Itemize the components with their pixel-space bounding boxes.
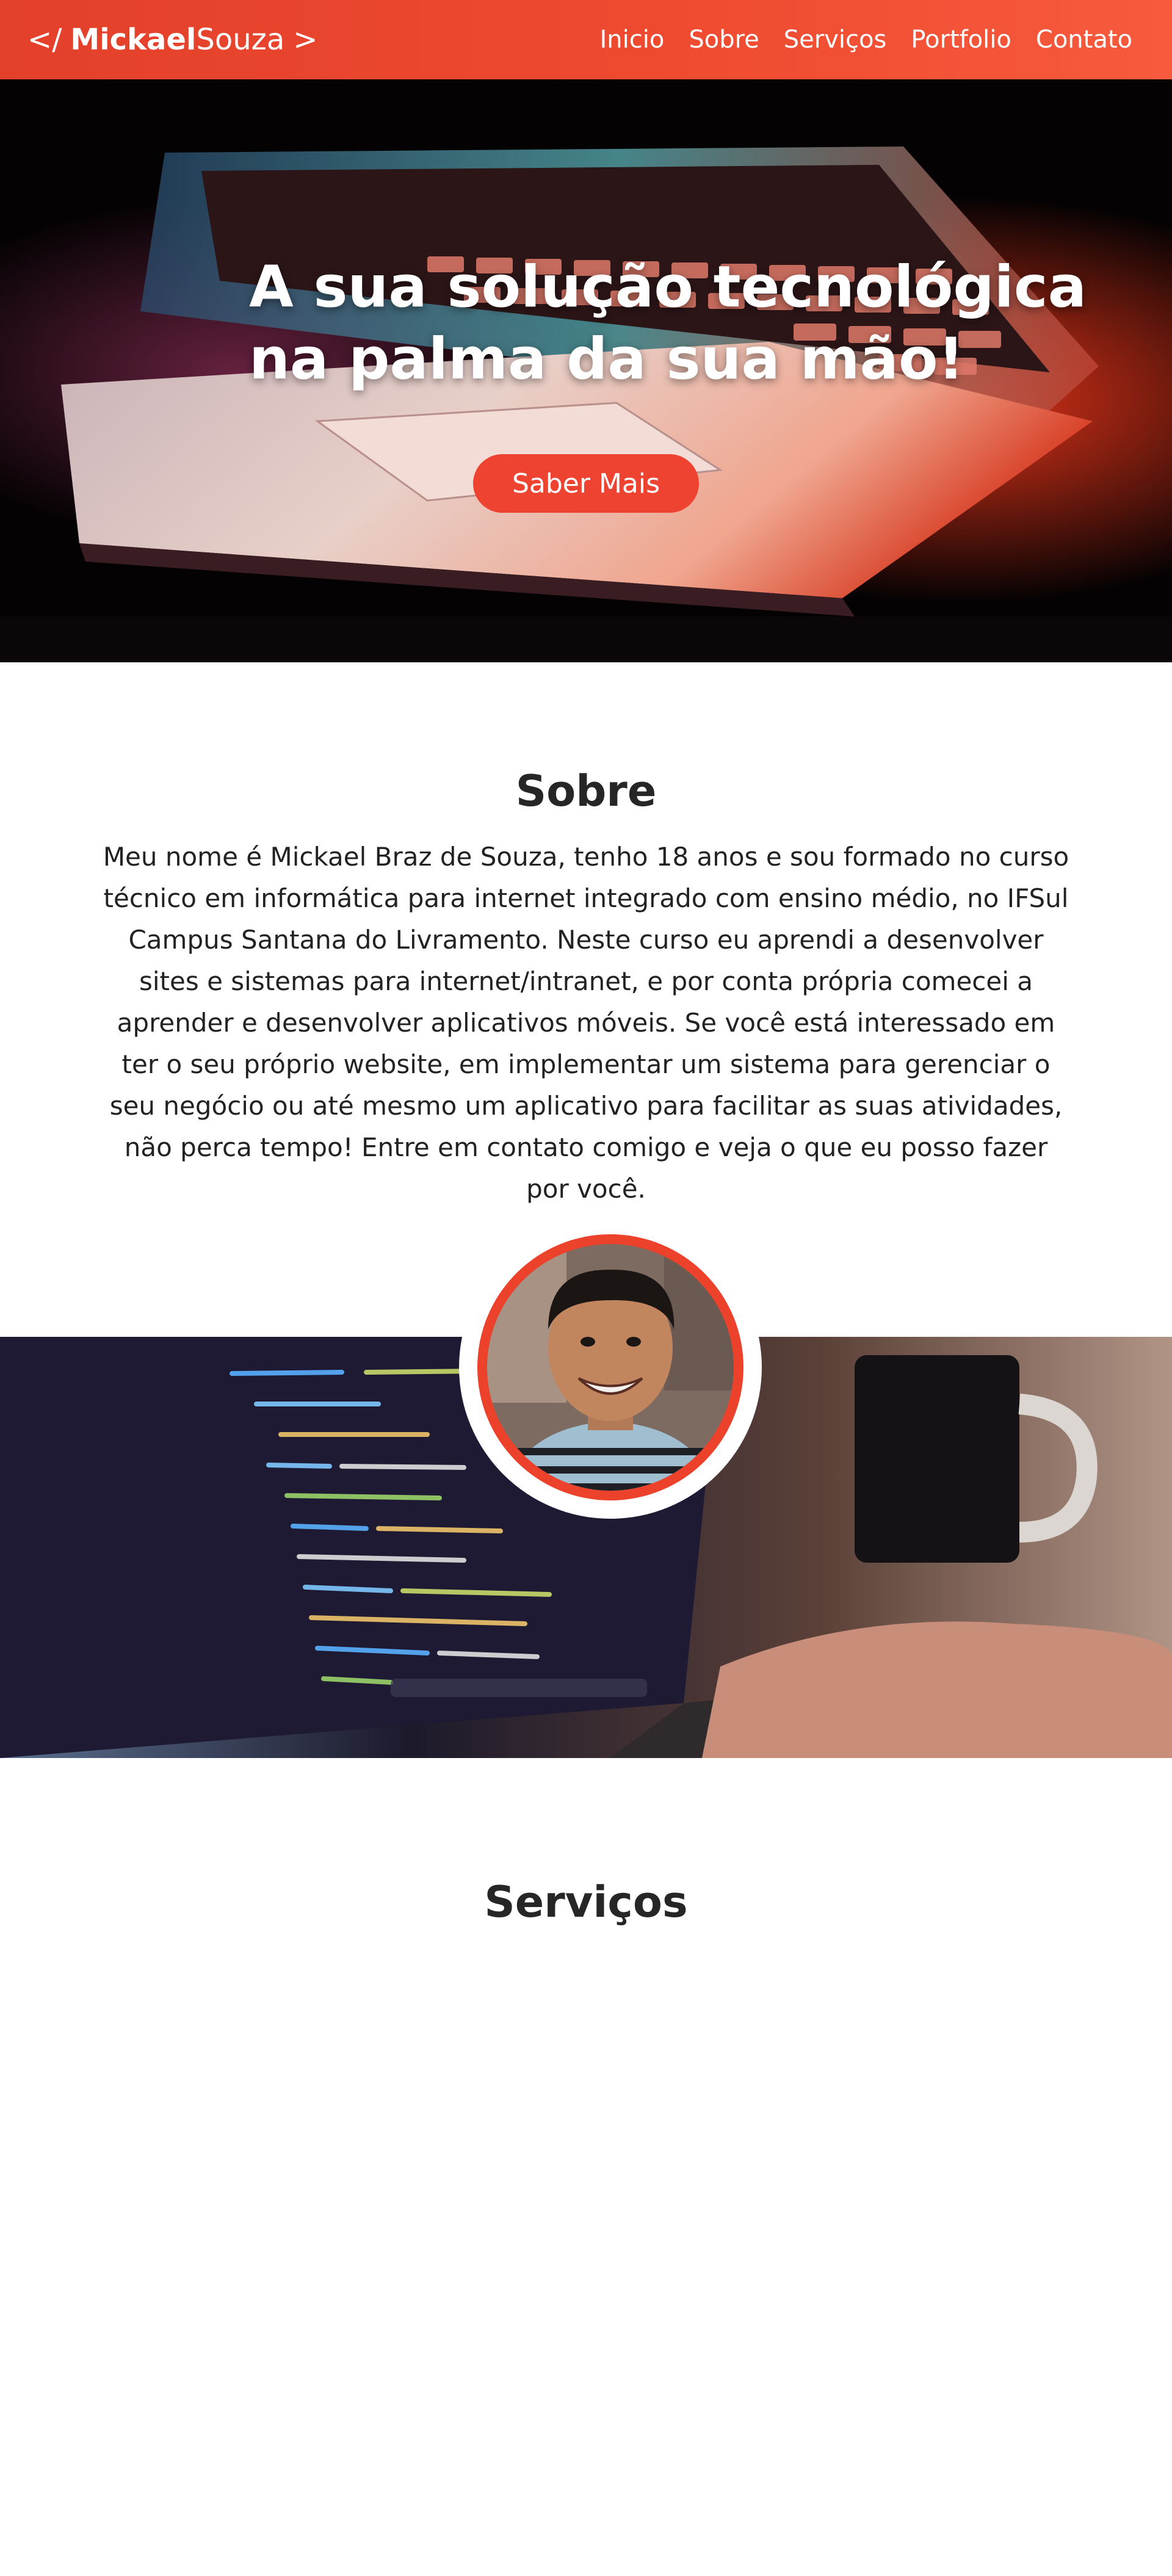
main-nav: Inicio Sobre Serviços Portfolio Contato — [600, 26, 1133, 54]
navbar: </ Mickael Souza > Inicio Sobre Serviços… — [0, 0, 1172, 79]
brand-prefix: </ — [27, 23, 62, 57]
brand-first-name: Mickael — [70, 23, 197, 57]
brand-logo[interactable]: </ Mickael Souza > — [27, 23, 317, 57]
brand-last-name: Souza — [196, 23, 285, 57]
profile-avatar-frame — [459, 1216, 762, 1519]
nav-link-portfolio[interactable]: Portfolio — [911, 26, 1011, 54]
sobre-heading: Sobre — [515, 766, 657, 816]
servicos-heading: Serviços — [484, 1877, 688, 1927]
hero-section: A sua solução tecnológica na palma da su… — [0, 79, 1172, 662]
profile-photo — [487, 1244, 734, 1491]
profile-avatar-ring — [477, 1234, 743, 1500]
brand-suffix: > — [293, 23, 318, 57]
hero-title-line-1: A sua solução tecnológica — [249, 254, 1087, 320]
nav-link-sobre[interactable]: Sobre — [689, 26, 759, 54]
sobre-paragraph: Meu nome é Mickael Braz de Souza, tenho … — [103, 842, 1069, 1204]
nav-link-inicio[interactable]: Inicio — [600, 26, 665, 54]
saber-mais-button[interactable]: Saber Mais — [473, 454, 699, 513]
nav-link-contato[interactable]: Contato — [1036, 26, 1132, 54]
profile-avatar — [487, 1244, 734, 1491]
nav-link-servicos[interactable]: Serviços — [784, 26, 887, 54]
hero-title-line-2: na palma da sua mão! — [249, 326, 964, 393]
hero-title: A sua solução tecnológica na palma da su… — [249, 251, 1087, 396]
